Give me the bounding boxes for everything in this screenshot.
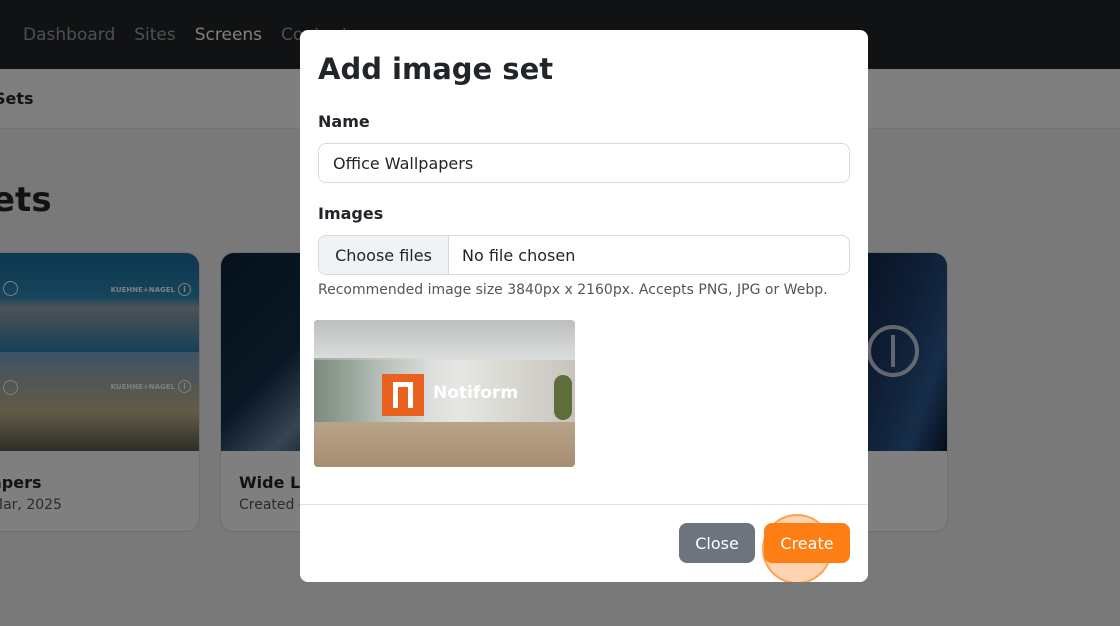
name-label: Name bbox=[318, 112, 370, 131]
preview-logo-text: Notiform bbox=[433, 383, 519, 403]
create-button[interactable]: Create bbox=[764, 523, 850, 563]
modal-footer-divider bbox=[300, 504, 868, 505]
choose-files-button[interactable]: Choose files bbox=[319, 236, 449, 274]
image-preview: Notiform bbox=[314, 320, 575, 467]
image-help-text: Recommended image size 3840px x 2160px. … bbox=[318, 282, 828, 298]
file-status-text: No file chosen bbox=[462, 245, 576, 265]
app-page: Dashboard Sites Screens Contents Sets et… bbox=[0, 0, 1120, 626]
name-input[interactable] bbox=[318, 143, 850, 183]
images-label: Images bbox=[318, 204, 384, 223]
preview-ceiling bbox=[314, 320, 575, 360]
add-image-set-modal: Add image set Name Images Choose files N… bbox=[300, 30, 868, 582]
modal-title: Add image set bbox=[318, 52, 554, 86]
notiform-logo-icon bbox=[382, 374, 424, 416]
images-file-input[interactable]: Choose files No file chosen bbox=[318, 235, 850, 275]
preview-plant bbox=[554, 375, 572, 420]
preview-floor bbox=[314, 422, 575, 467]
close-button[interactable]: Close bbox=[679, 523, 755, 563]
